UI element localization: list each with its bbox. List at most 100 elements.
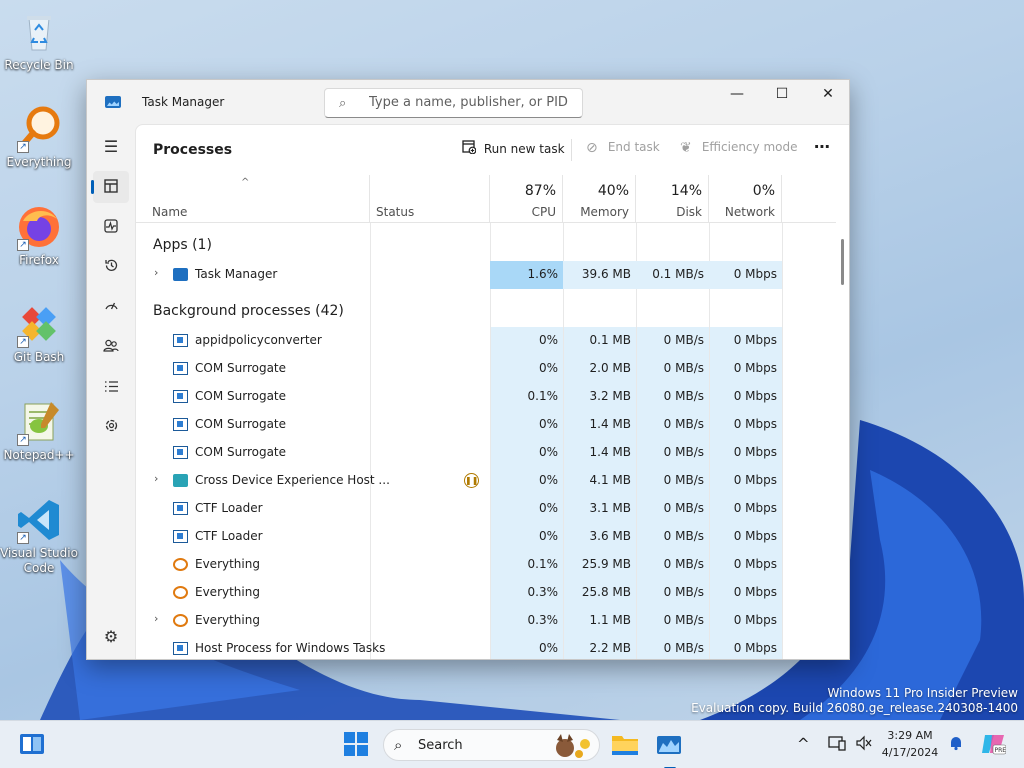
more-options-button[interactable]: ⋯ [814, 137, 831, 156]
column-cpu[interactable]: 87% CPU [490, 175, 563, 223]
performance-icon[interactable] [93, 211, 129, 243]
cpu-value: 0.1% [527, 557, 559, 571]
memory-value: 1.1 MB [589, 613, 631, 627]
table-row[interactable]: COM Surrogate 0.1% 3.2 MB 0 MB/s 0 Mbps [136, 383, 836, 411]
search-input[interactable] [369, 95, 569, 110]
column-status[interactable]: Status [370, 175, 490, 223]
start-button-icon[interactable] [343, 731, 371, 759]
table-row[interactable]: COM Surrogate 0% 2.0 MB 0 MB/s 0 Mbps [136, 355, 836, 383]
everything-icon [173, 586, 188, 599]
table-row[interactable]: CTF Loader 0% 3.1 MB 0 MB/s 0 Mbps [136, 495, 836, 523]
file-explorer-icon[interactable] [611, 731, 639, 759]
column-memory-label: Memory [580, 205, 629, 219]
processes-icon[interactable] [91, 171, 129, 203]
minimize-button[interactable]: — [714, 80, 760, 110]
network-icon[interactable] [828, 735, 846, 755]
clock-time: 3:29 AM [887, 729, 933, 742]
disk-value: 0 MB/s [663, 417, 704, 431]
services-icon[interactable] [93, 411, 129, 443]
column-status-label: Status [376, 205, 415, 219]
disk-value: 0 MB/s [663, 361, 704, 375]
shortcut-arrow-icon: ↗ [17, 532, 29, 544]
column-headers: ^ Name Status 87% CPU 40% Memory 14% Dis… [136, 175, 836, 223]
table-row[interactable]: COM Surrogate 0% 1.4 MB 0 MB/s 0 Mbps [136, 411, 836, 439]
process-name: Everything [195, 585, 260, 599]
table-row[interactable]: appidpolicyconverter 0% 0.1 MB 0 MB/s 0 Mbps [136, 327, 836, 355]
table-row[interactable]: › Everything 0.3% 1.1 MB 0 MB/s 0 Mbps [136, 607, 836, 635]
column-memory[interactable]: 40% Memory [563, 175, 636, 223]
expand-chevron-icon[interactable]: › [154, 472, 158, 485]
table-row[interactable]: CTF Loader 0% 3.6 MB 0 MB/s 0 Mbps [136, 523, 836, 551]
widgets-icon[interactable] [19, 731, 47, 759]
disk-value: 0 MB/s [663, 529, 704, 543]
show-hidden-icons-chevron-icon[interactable]: ^ [797, 735, 810, 753]
search-icon: ⌕ [339, 96, 347, 111]
memory-value: 25.8 MB [581, 585, 631, 599]
process-name: CTF Loader [195, 501, 263, 515]
desktop-icon-label: Everything [6, 155, 72, 169]
task-manager-taskbar-icon[interactable] [655, 731, 683, 768]
taskbar-search[interactable]: ⌕ Search [383, 729, 600, 761]
desktop-icon-recycle-bin[interactable]: Recycle Bin [0, 8, 78, 73]
taskbar-search-label: Search [418, 738, 463, 753]
task-manager-window: Task Manager ⌕ — ☐ ✕ ☰ ⚙ [86, 79, 850, 660]
process-name: Task Manager [195, 267, 278, 281]
copilot-icon[interactable]: PRE [980, 731, 1007, 761]
app-history-icon[interactable] [93, 251, 129, 283]
network-total-percent: 0% [752, 183, 775, 199]
memory-value: 1.4 MB [589, 417, 631, 431]
disk-value: 0 MB/s [663, 389, 704, 403]
expand-chevron-icon[interactable]: › [154, 612, 158, 625]
notepad-plus-plus-icon: ↗ [15, 398, 63, 446]
disk-value: 0 MB/s [663, 641, 704, 655]
memory-total-percent: 40% [597, 183, 629, 199]
end-task-button[interactable]: ⊘ End task [586, 140, 660, 156]
table-row[interactable]: Host Process for Windows Tasks 0% 2.2 MB 0 … [136, 635, 836, 659]
window-title: Task Manager [142, 95, 225, 109]
watermark-line1: Windows 11 Pro Insider Preview [827, 686, 1018, 700]
disk-value: 0.1 MB/s [652, 267, 704, 281]
details-icon[interactable] [93, 371, 129, 403]
network-value: 0 Mbps [733, 501, 777, 515]
process-name: Host Process for Windows Tasks [195, 641, 386, 655]
table-row[interactable]: › Cross Device Experience Host ... ❚❚ 0% 4.1… [136, 467, 836, 495]
everything-icon [173, 614, 188, 627]
maximize-button[interactable]: ☐ [759, 80, 805, 110]
desktop-icon-firefox[interactable]: ↗ Firefox [0, 203, 78, 268]
table-row[interactable]: › Task Manager 1.6% 39.6 MB 0.1 MB/s 0 M… [136, 261, 836, 289]
users-icon[interactable] [93, 331, 129, 363]
expand-chevron-icon[interactable]: › [154, 266, 158, 279]
shortcut-arrow-icon: ↗ [17, 239, 29, 251]
startup-apps-icon[interactable] [93, 291, 129, 323]
processes-page: Processes Run new task ⊘ End task ❦ Effi… [135, 124, 849, 659]
command-bar: Processes Run new task ⊘ End task ❦ Effi… [136, 125, 849, 175]
end-task-icon: ⊘ [586, 140, 598, 156]
close-button[interactable]: ✕ [805, 80, 849, 110]
settings-icon[interactable]: ⚙ [93, 621, 129, 653]
cpu-value: 0% [538, 445, 558, 459]
desktop-icon-notepad-plus-plus[interactable]: ↗ Notepad++ [0, 398, 78, 463]
scrollbar-thumb[interactable] [841, 239, 844, 285]
column-network[interactable]: 0% Network [709, 175, 782, 223]
column-name[interactable]: ^ Name [136, 175, 370, 223]
table-row[interactable]: COM Surrogate 0% 1.4 MB 0 MB/s 0 Mbps [136, 439, 836, 467]
table-row[interactable]: Everything 0.3% 25.8 MB 0 MB/s 0 Mbps [136, 579, 836, 607]
group-header-background: Background processes (42) [153, 303, 344, 319]
table-row[interactable]: Everything 0.1% 25.9 MB 0 MB/s 0 Mbps [136, 551, 836, 579]
clock[interactable]: 3:29 AM 4/17/2024 [880, 727, 940, 761]
menu-icon[interactable]: ☰ [93, 131, 129, 163]
network-value: 0 Mbps [733, 389, 777, 403]
network-value: 0 Mbps [733, 333, 777, 347]
desktop-icon-vscode[interactable]: ↗ Visual Studio Code [0, 496, 78, 576]
run-new-task-button[interactable]: Run new task [462, 140, 565, 158]
desktop-icon-git-bash[interactable]: ↗ Git Bash [0, 300, 78, 365]
desktop-icon-label: Recycle Bin [4, 58, 74, 72]
suspended-status-icon: ❚❚ [464, 473, 479, 488]
efficiency-mode-button[interactable]: ❦ Efficiency mode [680, 140, 797, 156]
volume-muted-icon[interactable] [855, 735, 873, 755]
column-disk[interactable]: 14% Disk [636, 175, 709, 223]
desktop-icon-everything[interactable]: ↗ Everything [0, 105, 78, 170]
search-box[interactable]: ⌕ [324, 88, 583, 118]
notification-bell-icon[interactable] [948, 735, 964, 755]
title-bar[interactable]: Task Manager ⌕ — ☐ ✕ [87, 80, 849, 124]
